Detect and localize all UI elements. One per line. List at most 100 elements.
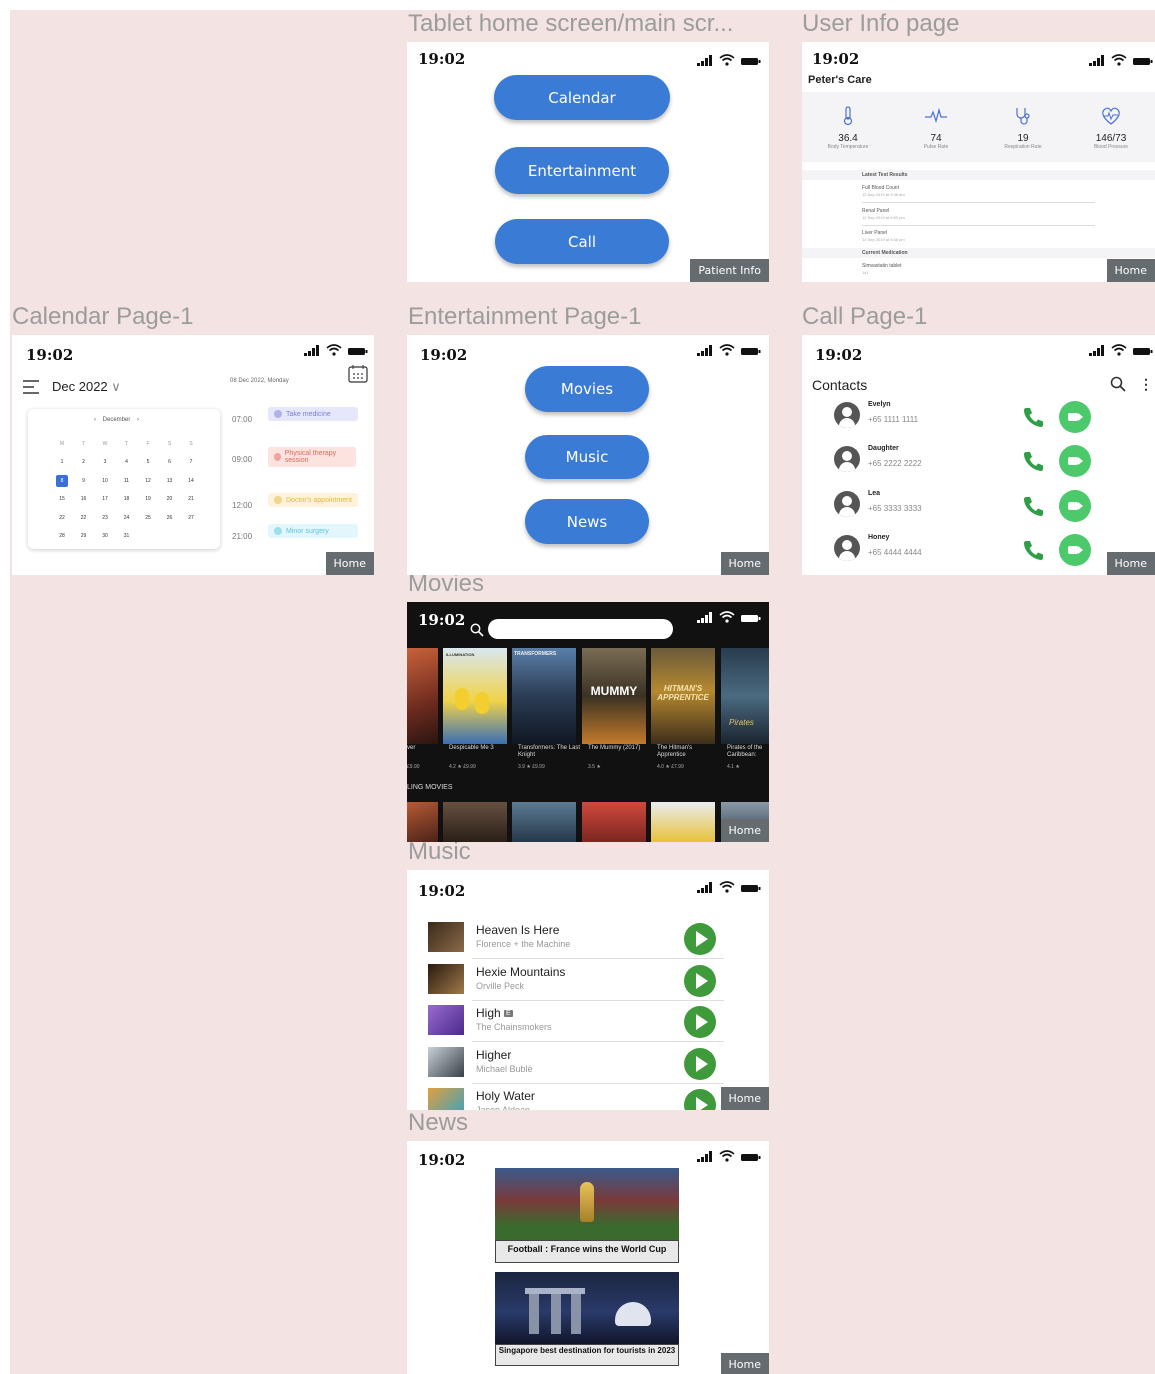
- test-name[interactable]: Renal Panel: [862, 208, 889, 214]
- movie-poster[interactable]: TRANSFORMERS: [512, 648, 576, 744]
- search-icon[interactable]: [470, 623, 484, 637]
- weekday-label: S: [167, 441, 172, 447]
- video-call-icon[interactable]: [1059, 445, 1091, 477]
- movie-poster[interactable]: MUMMY: [582, 648, 646, 744]
- calendar-day[interactable]: 29: [78, 533, 90, 539]
- calendar-day[interactable]: 2: [78, 459, 90, 465]
- play-icon[interactable]: [684, 1006, 716, 1038]
- play-icon[interactable]: [684, 923, 716, 955]
- calendar-day[interactable]: 9: [78, 478, 90, 484]
- movies-button[interactable]: Movies: [525, 366, 649, 412]
- calendar-day[interactable]: 31: [121, 533, 133, 539]
- calendar-day[interactable]: 21: [185, 496, 197, 502]
- movie-poster[interactable]: [582, 802, 646, 842]
- calendar-day[interactable]: 7: [185, 459, 197, 465]
- call-button[interactable]: Call: [495, 219, 669, 264]
- home-button[interactable]: Home: [1106, 552, 1155, 575]
- calendar-day[interactable]: 27: [185, 515, 197, 521]
- calendar-day[interactable]: 22: [78, 515, 90, 521]
- patient-info-button[interactable]: Patient Info: [690, 259, 769, 282]
- calendar-day[interactable]: 5: [142, 459, 154, 465]
- song-title[interactable]: Holy Water: [476, 1089, 535, 1103]
- calendar-day[interactable]: 26: [164, 515, 176, 521]
- calendar-day[interactable]: 1: [56, 459, 68, 465]
- calendar-day[interactable]: 6: [164, 459, 176, 465]
- calendar-day[interactable]: 13: [164, 478, 176, 484]
- calendar-day[interactable]: 10: [99, 478, 111, 484]
- phone-icon[interactable]: [1022, 539, 1044, 561]
- song-title[interactable]: High E: [476, 1006, 513, 1020]
- calendar-day[interactable]: 12: [142, 478, 154, 484]
- movie-poster[interactable]: Pirates: [721, 648, 769, 744]
- event-chip[interactable]: Take medicine: [268, 407, 358, 421]
- song-title[interactable]: Heaven Is Here: [476, 923, 559, 937]
- movie-poster[interactable]: ILLUMINATION: [443, 648, 507, 744]
- calendar-day[interactable]: 23: [99, 515, 111, 521]
- phone-icon[interactable]: [1022, 495, 1044, 517]
- home-button[interactable]: Home: [325, 552, 374, 575]
- play-icon[interactable]: [684, 964, 716, 997]
- movie-poster[interactable]: HITMAN'S APPRENTICE: [651, 648, 715, 744]
- video-call-icon[interactable]: [1059, 490, 1091, 522]
- news-card[interactable]: Singapore best destination for tourists …: [495, 1272, 679, 1366]
- calendar-day[interactable]: 3: [99, 459, 111, 465]
- calendar-day[interactable]: 11: [121, 478, 133, 484]
- home-button[interactable]: Home: [1106, 259, 1155, 282]
- calendar-day[interactable]: 22: [56, 515, 68, 521]
- song-title[interactable]: Higher: [476, 1048, 511, 1062]
- month-selector[interactable]: Dec 2022 ∨: [52, 379, 121, 395]
- play-icon[interactable]: [684, 1089, 716, 1110]
- video-call-icon[interactable]: [1059, 534, 1091, 566]
- contact-name[interactable]: Honey: [868, 534, 889, 541]
- search-icon[interactable]: [1110, 376, 1126, 392]
- movie-poster[interactable]: [443, 802, 507, 842]
- calendar-day[interactable]: 14: [185, 478, 197, 484]
- movie-poster[interactable]: [512, 802, 576, 842]
- calendar-day[interactable]: 30: [99, 533, 111, 539]
- prev-month-icon[interactable]: ‹: [94, 417, 96, 423]
- menu-icon[interactable]: [22, 379, 40, 395]
- phone-icon[interactable]: [1022, 450, 1044, 472]
- song-title[interactable]: Hexie Mountains: [476, 965, 565, 979]
- contact-name[interactable]: Lea: [868, 490, 880, 497]
- calendar-day[interactable]: 4: [121, 459, 133, 465]
- entertainment-button[interactable]: Entertainment: [495, 147, 669, 194]
- movie-poster[interactable]: [407, 802, 438, 842]
- minion-figure: [475, 692, 489, 714]
- calendar-day[interactable]: 20: [164, 496, 176, 502]
- home-button[interactable]: Home: [720, 1353, 769, 1374]
- home-button[interactable]: Home: [720, 1087, 769, 1110]
- calendar-day[interactable]: 25: [142, 515, 154, 521]
- play-icon[interactable]: [684, 1047, 716, 1080]
- contact-name[interactable]: Daughter: [868, 445, 899, 452]
- news-card[interactable]: Football : France wins the World Cup: [495, 1168, 679, 1263]
- calendar-day[interactable]: 28: [56, 533, 68, 539]
- more-options-icon[interactable]: ⋮: [1139, 375, 1153, 393]
- next-month-icon[interactable]: ›: [137, 417, 139, 423]
- calendar-day[interactable]: 19: [142, 496, 154, 502]
- event-chip[interactable]: Doctor's appointment: [268, 493, 358, 507]
- home-button[interactable]: Home: [720, 819, 769, 842]
- music-button[interactable]: Music: [525, 435, 649, 479]
- event-chip[interactable]: Minor surgery: [268, 524, 358, 538]
- calendar-day-selected[interactable]: 8: [56, 474, 68, 487]
- calendar-day[interactable]: 24: [121, 515, 133, 521]
- news-button[interactable]: News: [525, 499, 649, 544]
- video-call-icon[interactable]: [1059, 401, 1091, 433]
- search-input[interactable]: [488, 619, 673, 639]
- test-name[interactable]: Full Blood Count: [862, 185, 899, 191]
- calendar-button[interactable]: Calendar: [494, 75, 670, 120]
- movie-poster[interactable]: [407, 648, 438, 744]
- calendar-grid-icon[interactable]: [348, 365, 368, 383]
- phone-icon[interactable]: [1022, 406, 1044, 428]
- test-name[interactable]: Liver Panel: [862, 230, 887, 236]
- music-screen: 19:02 Heaven Is Here Florence + the Machi…: [407, 870, 769, 1110]
- event-chip[interactable]: Physical therapy session: [268, 447, 356, 467]
- contact-name[interactable]: Evelyn: [868, 401, 891, 408]
- calendar-day[interactable]: 15: [56, 496, 68, 502]
- calendar-day[interactable]: 18: [121, 496, 133, 502]
- calendar-day[interactable]: 17: [99, 496, 111, 502]
- home-button[interactable]: Home: [720, 552, 769, 575]
- calendar-day[interactable]: 16: [78, 496, 90, 502]
- movie-poster[interactable]: [651, 802, 715, 842]
